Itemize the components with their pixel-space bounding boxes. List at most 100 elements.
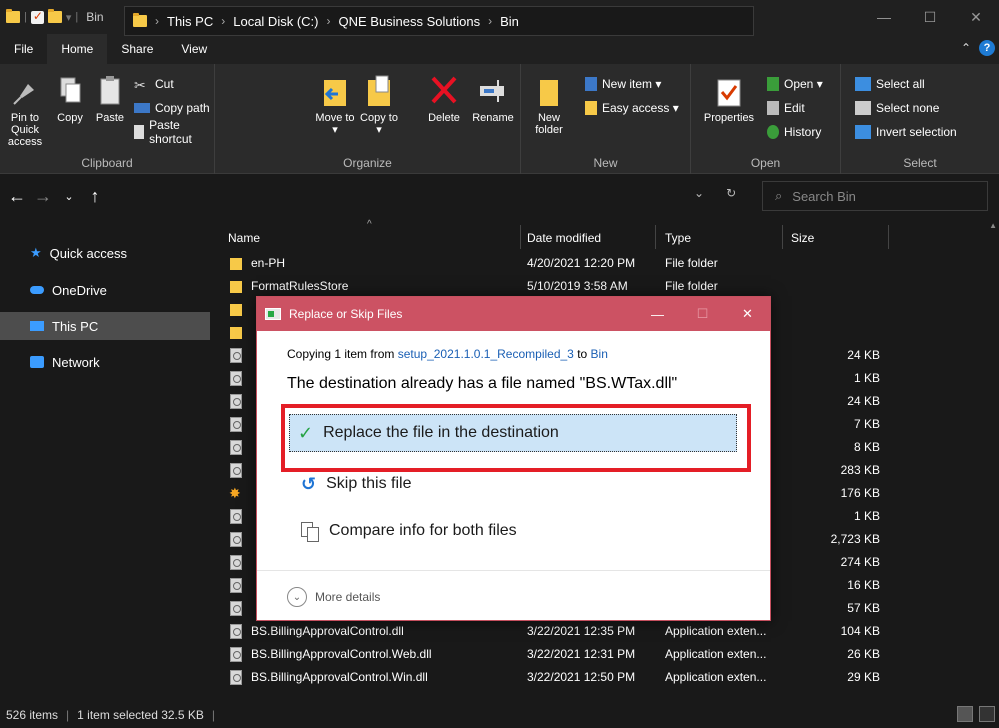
- folder-icon: [6, 9, 20, 23]
- details-view-icon[interactable]: [957, 706, 973, 722]
- scissors-icon: ✂: [134, 77, 146, 93]
- dialog-minimize-button[interactable]: —: [635, 297, 680, 331]
- paste-button[interactable]: Paste: [90, 74, 130, 124]
- app-icon: ✸: [229, 485, 241, 501]
- breadcrumb-qne[interactable]: QNE Business Solutions: [338, 14, 480, 29]
- forward-button[interactable]: →: [30, 186, 56, 207]
- column-header-size[interactable]: Size: [791, 227, 814, 249]
- new-folder-quick-icon[interactable]: [47, 9, 62, 23]
- select-all-icon: [855, 77, 871, 91]
- properties-button[interactable]: Properties: [701, 74, 757, 124]
- nav-network[interactable]: Network: [0, 348, 210, 376]
- conflict-message: The destination already has a file named…: [287, 375, 678, 392]
- table-row[interactable]: BS.BillingApprovalControl.Win.dll 3/22/2…: [220, 667, 989, 688]
- skip-arrow-icon: ↺: [301, 473, 317, 494]
- copy-path-button[interactable]: Copy path: [134, 98, 210, 118]
- copy-path-icon: [134, 103, 150, 113]
- destination-folder-link[interactable]: Bin: [591, 347, 608, 361]
- maximize-button[interactable]: ☐: [907, 0, 953, 34]
- copy-dialog-icon: [265, 308, 281, 320]
- history-icon: [767, 125, 779, 139]
- breadcrumb-bin[interactable]: Bin: [500, 14, 519, 29]
- search-placeholder: Search Bin: [792, 188, 856, 204]
- dll-file-icon: [230, 440, 242, 455]
- clipboard-group: Pin to Quick access Copy Paste ✂ Cut Cop…: [0, 64, 215, 174]
- table-row[interactable]: BS.BillingApprovalControl.dll 3/22/2021 …: [220, 621, 989, 642]
- easy-access-button[interactable]: Easy access ▾: [585, 98, 679, 118]
- select-none-button[interactable]: Select none: [855, 98, 939, 118]
- folder-icon: [230, 281, 242, 293]
- open-button[interactable]: Open ▾: [767, 74, 823, 94]
- nav-onedrive[interactable]: OneDrive: [0, 276, 210, 304]
- dll-file-icon: [230, 509, 242, 524]
- column-header-type[interactable]: Type: [665, 227, 691, 249]
- minimize-button[interactable]: —: [861, 0, 907, 34]
- pin-quick-access-button[interactable]: Pin to Quick access: [2, 74, 48, 148]
- cut-button[interactable]: ✂ Cut: [134, 74, 174, 94]
- item-count: 526 items: [6, 708, 59, 722]
- vertical-scrollbar[interactable]: [989, 217, 999, 702]
- column-header-date[interactable]: Date modified: [527, 227, 601, 249]
- history-button[interactable]: History: [767, 122, 821, 142]
- new-folder-button[interactable]: New folder: [529, 74, 569, 136]
- address-dropdown-icon[interactable]: ⌄: [694, 186, 704, 200]
- tab-share[interactable]: Share: [107, 34, 167, 64]
- tab-view[interactable]: View: [167, 34, 221, 64]
- skip-file-option[interactable]: ↺ Skip this file: [293, 466, 411, 502]
- recent-locations-icon[interactable]: ⌄: [56, 190, 82, 203]
- nav-this-pc[interactable]: This PC: [0, 312, 210, 340]
- move-to-button[interactable]: Move to ▾: [315, 74, 355, 136]
- nav-quick-access[interactable]: ★ Quick access: [0, 239, 210, 267]
- copy-icon: [55, 74, 85, 108]
- source-folder-link[interactable]: setup_2021.1.0.1_Recompiled_3: [398, 347, 574, 361]
- column-header-name[interactable]: Name: [228, 227, 260, 249]
- copy-button[interactable]: Copy: [52, 74, 88, 124]
- scroll-up-icon[interactable]: ▲: [989, 221, 997, 230]
- new-item-button[interactable]: New item ▾: [585, 74, 661, 94]
- dialog-close-button[interactable]: ✕: [725, 297, 770, 331]
- compare-files-option[interactable]: Compare info for both files: [293, 513, 517, 549]
- move-to-icon: [320, 74, 350, 108]
- clipboard-label: Clipboard: [81, 156, 133, 170]
- back-button[interactable]: ←: [4, 186, 30, 207]
- close-button[interactable]: ✕: [953, 0, 999, 34]
- folder-icon: [230, 258, 242, 270]
- select-all-button[interactable]: Select all: [855, 74, 925, 94]
- dll-file-icon: [230, 532, 242, 547]
- dll-file-icon: [230, 647, 242, 662]
- folder-icon: [133, 13, 147, 27]
- refresh-icon[interactable]: ↻: [726, 186, 736, 200]
- table-row[interactable]: BS.BillingApprovalControl.Web.dll 3/22/2…: [220, 644, 989, 665]
- properties-quick-icon[interactable]: [30, 9, 44, 24]
- breadcrumb-this-pc[interactable]: This PC: [167, 14, 213, 29]
- open-label: Open: [750, 156, 781, 170]
- invert-selection-button[interactable]: Invert selection: [855, 122, 957, 142]
- quick-access-dropdown-icon[interactable]: ▾: [66, 11, 72, 24]
- table-row[interactable]: FormatRulesStore 5/10/2019 3:58 AM File …: [220, 276, 989, 297]
- tab-file[interactable]: File: [0, 34, 47, 64]
- replace-file-option[interactable]: ✓ Replace the file in the destination: [289, 414, 737, 452]
- address-bar[interactable]: › This PC › Local Disk (C:) › QNE Busine…: [124, 6, 754, 36]
- paste-shortcut-button[interactable]: Paste shortcut: [134, 118, 214, 146]
- large-icons-view-icon[interactable]: [979, 706, 995, 722]
- file-icon: [230, 371, 242, 386]
- more-details-button[interactable]: ⌄ More details: [287, 587, 380, 607]
- properties-icon: [714, 74, 744, 108]
- up-button[interactable]: ↑: [82, 186, 108, 207]
- collapse-ribbon-icon[interactable]: ⌃: [961, 41, 971, 55]
- copy-to-button[interactable]: Copy to ▾: [359, 74, 399, 136]
- selection-info: 1 item selected 32.5 KB: [77, 708, 204, 722]
- tab-home[interactable]: Home: [47, 34, 108, 64]
- search-input[interactable]: ⌕ Search Bin: [762, 181, 988, 211]
- dll-file-icon: [230, 394, 242, 409]
- edit-button[interactable]: Edit: [767, 98, 805, 118]
- dll-file-icon: [230, 670, 242, 685]
- breadcrumb-local-disk[interactable]: Local Disk (C:): [233, 14, 318, 29]
- invert-selection-icon: [855, 125, 871, 139]
- rename-button[interactable]: Rename: [469, 74, 517, 124]
- table-row[interactable]: en-PH 4/20/2021 12:20 PM File folder: [220, 253, 989, 274]
- delete-button[interactable]: Delete: [421, 74, 467, 124]
- new-group: New folder New item ▾ Easy access ▾ New: [521, 64, 691, 174]
- help-icon[interactable]: ?: [979, 40, 995, 56]
- dialog-title-bar: Replace or Skip Files — ☐ ✕: [257, 297, 770, 331]
